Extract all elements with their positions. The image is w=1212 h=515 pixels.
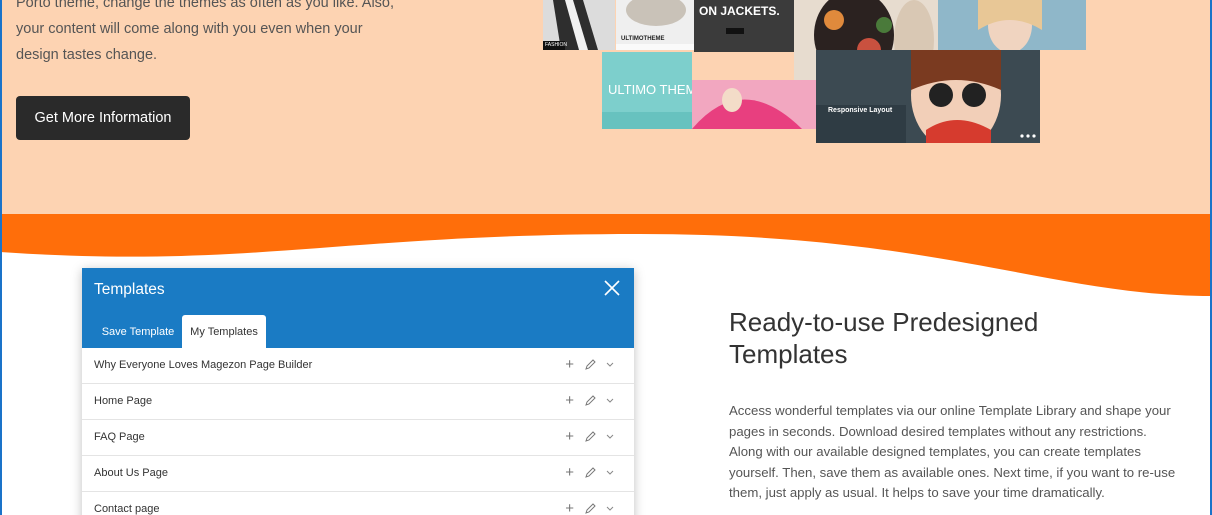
frame-border-left <box>0 0 2 515</box>
row-actions: + <box>565 428 614 446</box>
row-actions: + <box>565 500 614 515</box>
feature-text-line: Along with our available designed templa… <box>729 444 1141 460</box>
row-actions: + <box>565 392 614 410</box>
hero-text-line: Porto theme, change the themes as often … <box>16 0 395 11</box>
model-photo <box>616 0 694 50</box>
chevron-down-icon[interactable] <box>606 505 614 513</box>
feature-text-line: pages in seconds. Download desired templ… <box>729 423 1147 439</box>
template-row[interactable]: Home Page + <box>82 384 634 420</box>
badge-text: FASHION <box>545 42 567 48</box>
brand-big-text: ULTIMO THEME <box>608 82 692 97</box>
chevron-down-icon[interactable] <box>606 397 614 405</box>
row-actions: + <box>565 464 614 482</box>
plus-icon[interactable]: + <box>565 428 574 446</box>
template-name: FAQ Page <box>94 431 145 443</box>
template-name: About Us Page <box>94 467 168 479</box>
page: Porto theme, change the themes as often … <box>0 0 1212 515</box>
pencil-icon[interactable] <box>584 503 596 515</box>
umbrella-photo <box>692 80 816 129</box>
collage-tile <box>692 80 816 129</box>
hero-text-line: design tastes change. <box>16 47 158 63</box>
templates-dialog: Templates Save Template My Templates Why… <box>82 268 634 515</box>
template-row[interactable]: About Us Page + <box>82 456 634 492</box>
theme-screenshots-collage: FASHION ULTIMOTHEME ON JACKETS. ULTIMO T… <box>540 0 1088 145</box>
collage-tile: ULTIMOTHEME <box>616 0 694 50</box>
plus-icon[interactable]: + <box>565 392 574 410</box>
hero-description: Porto theme, change the themes as often … <box>16 0 396 68</box>
model-photo <box>938 0 1086 50</box>
sunglasses-model-photo <box>816 50 1040 143</box>
collage-tile: FASHION <box>543 0 615 50</box>
chevron-down-icon[interactable] <box>606 433 614 441</box>
hero-text-line: your content will come along with you ev… <box>16 21 363 37</box>
collage-tile: Responsive Layout <box>816 50 1040 143</box>
pencil-icon[interactable] <box>584 431 596 443</box>
template-row[interactable]: FAQ Page + <box>82 420 634 456</box>
chevron-down-icon[interactable] <box>606 469 614 477</box>
collage-tile <box>938 0 1086 50</box>
caption-text: Responsive Layout <box>828 107 893 114</box>
pencil-icon[interactable] <box>584 359 596 371</box>
feature-title: Ready-to-use Predesigned Templates <box>729 306 1169 370</box>
collage-tile: ON JACKETS. <box>694 0 794 52</box>
chevron-down-icon[interactable] <box>606 361 614 369</box>
dialog-title: Templates <box>94 281 165 298</box>
row-actions: + <box>565 356 614 374</box>
feature-title-line: Templates <box>729 339 848 369</box>
feature-text-line: yourself. Then, save them as available o… <box>729 464 1176 480</box>
plus-icon[interactable]: + <box>565 356 574 374</box>
tab-save-template[interactable]: Save Template <box>94 315 182 348</box>
template-name: Why Everyone Loves Magezon Page Builder <box>94 359 313 371</box>
template-row[interactable]: Contact page + <box>82 492 634 515</box>
template-name: Home Page <box>94 395 153 407</box>
tab-my-templates[interactable]: My Templates <box>182 315 266 348</box>
feature-text-line: Access wonderful templates via our onlin… <box>729 403 1171 418</box>
headline-text: ON JACKETS. <box>699 4 780 18</box>
get-more-information-button[interactable]: Get More Information <box>16 96 190 140</box>
templates-dialog-header: Templates Save Template My Templates <box>82 268 634 348</box>
brand-text: ULTIMOTHEME <box>621 36 665 42</box>
feature-title-line: Ready-to-use Predesigned <box>729 307 1039 337</box>
feature-description: Access wonderful templates via our onlin… <box>729 401 1189 504</box>
template-row[interactable]: Why Everyone Loves Magezon Page Builder … <box>82 348 634 384</box>
feature-text-line: them, just apply as usual. It helps to s… <box>729 485 1105 501</box>
templates-list: Why Everyone Loves Magezon Page Builder … <box>82 348 634 515</box>
plus-icon[interactable]: + <box>565 500 574 515</box>
pencil-icon[interactable] <box>584 467 596 479</box>
close-icon[interactable] <box>602 278 622 298</box>
hero-section: Porto theme, change the themes as often … <box>0 0 1212 222</box>
collage-tile: ULTIMO THEME <box>602 52 692 129</box>
pencil-icon[interactable] <box>584 395 596 407</box>
plus-icon[interactable]: + <box>565 464 574 482</box>
template-name: Contact page <box>94 503 160 515</box>
